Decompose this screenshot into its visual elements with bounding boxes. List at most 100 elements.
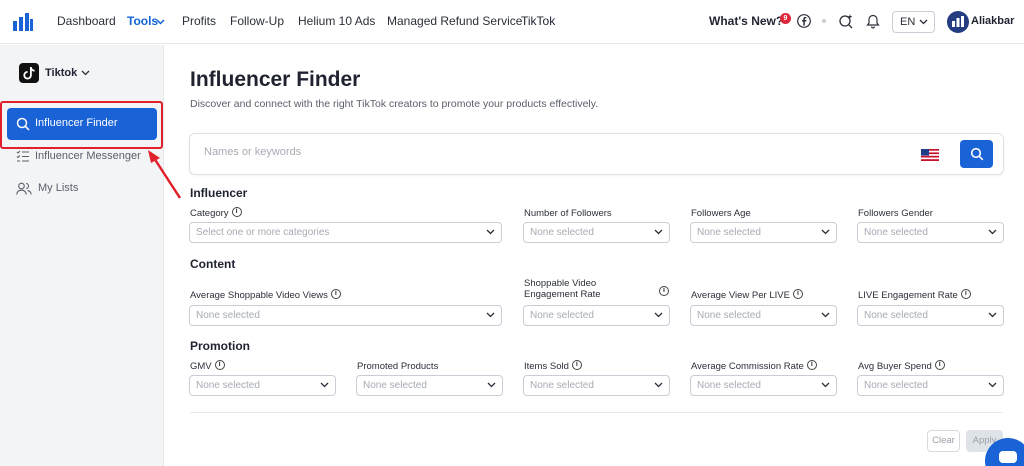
nav-dashboard[interactable]: Dashboard (57, 14, 116, 28)
info-icon[interactable]: i (960, 289, 971, 300)
red-arrow-annotation (148, 150, 182, 199)
clear-button[interactable]: Clear (927, 430, 960, 452)
info-icon[interactable]: i (330, 289, 341, 300)
chevron-down-icon (320, 382, 329, 388)
language-select[interactable]: EN (892, 11, 935, 33)
info-icon[interactable]: i (231, 207, 242, 218)
filter-label-number-of-followers: Number of Followers (524, 208, 612, 219)
shoppable-video-engagement-rate-select[interactable]: None selected (523, 305, 670, 326)
info-icon[interactable]: i (571, 360, 582, 371)
us-flag-icon[interactable] (921, 149, 939, 161)
select-value: None selected (530, 380, 594, 391)
chevron-down-icon (654, 382, 663, 388)
nav-follow-up[interactable]: Follow-Up (230, 14, 284, 28)
chevron-down-icon (821, 312, 830, 318)
select-value: None selected (363, 380, 427, 391)
filter-label-live-engagement-rate: LIVE Engagement Rate i (858, 289, 971, 301)
chevron-down-icon (487, 382, 496, 388)
nav-tools[interactable]: Tools (127, 14, 158, 28)
select-value: None selected (697, 380, 761, 391)
search-bar (189, 133, 1004, 175)
nav-tiktok[interactable]: TikTok (521, 14, 555, 28)
nav-helium10-ads[interactable]: Helium 10 Ads (298, 14, 375, 28)
select-value: None selected (196, 310, 260, 321)
gmv-select[interactable]: None selected (189, 375, 336, 396)
chevron-down-icon (486, 312, 495, 318)
sidebar-item-influencer-finder[interactable]: Influencer Finder (7, 108, 157, 140)
info-icon[interactable]: i (792, 289, 803, 300)
chevron-down-icon (821, 229, 830, 235)
select-value: None selected (864, 380, 928, 391)
search-button[interactable] (960, 140, 993, 168)
number-of-followers-select[interactable]: None selected (523, 222, 670, 243)
chevron-down-icon (654, 312, 663, 318)
select-value: None selected (697, 310, 761, 321)
whats-new-link[interactable]: What's New? (709, 14, 783, 28)
chevron-down-icon (486, 229, 495, 235)
search-icon (16, 117, 30, 131)
select-value: None selected (196, 380, 260, 391)
sidebar-item-my-lists[interactable]: My Lists (16, 182, 116, 196)
sidebar-item-label: Influencer Messenger (35, 150, 141, 162)
nav-managed-refund[interactable]: Managed Refund Service (387, 14, 522, 28)
select-value: Select one or more categories (196, 227, 330, 238)
sparkle-search-icon[interactable] (838, 13, 854, 29)
chevron-down-icon (821, 382, 830, 388)
filter-label-followers-age: Followers Age (691, 208, 751, 219)
user-avatar[interactable] (947, 11, 969, 33)
followers-age-select[interactable]: None selected (690, 222, 837, 243)
info-icon[interactable]: i (214, 360, 225, 371)
select-value: None selected (697, 227, 761, 238)
filter-label-avg-shoppable-video-views: Average Shoppable Video Views i (190, 289, 341, 301)
select-value: None selected (864, 310, 928, 321)
language-label: EN (900, 16, 916, 28)
section-heading-influencer: Influencer (190, 186, 248, 200)
platform-name: Tiktok (45, 67, 78, 79)
info-icon[interactable]: i (934, 360, 945, 371)
info-icon[interactable]: i (659, 286, 669, 296)
select-value: None selected (864, 227, 928, 238)
search-input[interactable] (204, 146, 904, 158)
sidebar: Tiktok Influencer Finder Influencer Mess… (0, 45, 164, 466)
avg-view-per-live-select[interactable]: None selected (690, 305, 837, 326)
info-icon[interactable]: i (806, 360, 817, 371)
avg-shoppable-video-views-select[interactable]: None selected (189, 305, 502, 326)
section-heading-content: Content (190, 257, 236, 271)
filter-label-avg-view-per-live: Average View Per LIVE i (691, 289, 803, 301)
facebook-icon[interactable] (797, 14, 811, 28)
notification-count-badge: 9 (780, 13, 791, 24)
page-subtitle: Discover and connect with the right TikT… (190, 98, 599, 110)
helium10-logo[interactable] (13, 13, 33, 31)
nav-profits[interactable]: Profits (182, 14, 216, 28)
filter-label-shoppable-video-engagement-rate: Shoppable Video Engagement Rate (524, 278, 601, 300)
chat-icon (999, 451, 1017, 463)
chevron-down-icon (988, 312, 997, 318)
chevron-down-icon (654, 229, 663, 235)
followers-gender-select[interactable]: None selected (857, 222, 1004, 243)
avg-buyer-spend-select[interactable]: None selected (857, 375, 1004, 396)
avg-commission-rate-select[interactable]: None selected (690, 375, 837, 396)
chevron-down-icon[interactable] (156, 19, 165, 25)
top-navigation: Dashboard Tools Profits Follow-Up Helium… (0, 0, 1024, 44)
chevron-down-icon (988, 382, 997, 388)
filter-label-items-sold: Items Sold i (524, 360, 582, 372)
filter-label-promoted-products: Promoted Products (357, 361, 439, 372)
filter-label-category: Category i (190, 207, 242, 219)
username[interactable]: Aliakbar (971, 15, 1014, 27)
chevron-down-icon (988, 229, 997, 235)
promoted-products-select[interactable]: None selected (356, 375, 503, 396)
sidebar-item-influencer-messenger[interactable]: Influencer Messenger (16, 150, 156, 164)
select-value: None selected (530, 227, 594, 238)
search-icon (970, 147, 984, 161)
tiktok-logo-icon (19, 63, 39, 83)
section-heading-promotion: Promotion (190, 339, 250, 353)
category-select[interactable]: Select one or more categories (189, 222, 502, 243)
items-sold-select[interactable]: None selected (523, 375, 670, 396)
bell-icon[interactable] (866, 14, 880, 29)
filter-label-gmv: GMV i (190, 360, 225, 372)
sidebar-item-label: Influencer Finder (35, 117, 118, 129)
chevron-down-icon (81, 70, 90, 76)
live-engagement-rate-select[interactable]: None selected (857, 305, 1004, 326)
divider (190, 412, 1003, 413)
page-title: Influencer Finder (190, 68, 361, 91)
